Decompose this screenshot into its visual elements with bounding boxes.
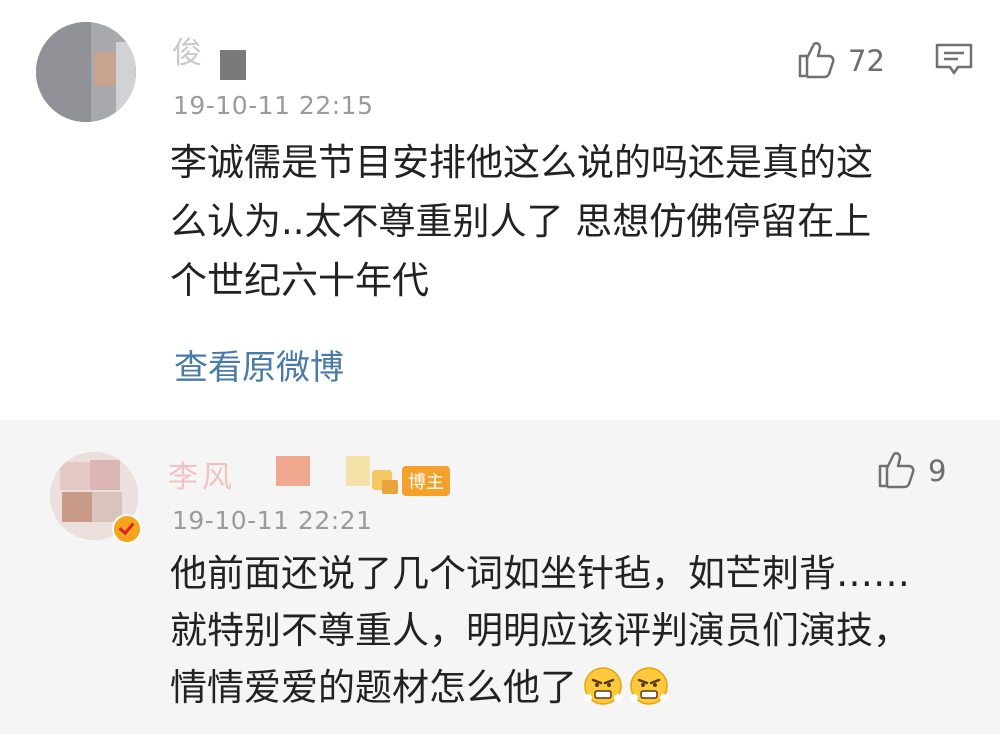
angry-face-emoji <box>629 665 669 705</box>
username-mosaic <box>220 50 246 80</box>
comment-text: 李诚儒是节目安排他这么说的吗还是真的这 么认为..太不尊重别人了 思想仿佛停留在… <box>170 141 873 302</box>
blogger-badge: 博主 <box>402 466 450 496</box>
comment-text: 他前面还说了几个词如坐针毡，如芒刺背…… 就特别不尊重人，明明应该评判演员们演技… <box>170 545 970 716</box>
username-mosaic <box>346 456 370 486</box>
angry-face-emoji <box>583 665 623 705</box>
comment-1: 俊 19-10-11 22:15 72 李诚儒是节目安排他这么说的吗还是真的这 … <box>0 0 1000 420</box>
like-count: 72 <box>848 44 885 78</box>
view-original-link[interactable]: 查看原微博 <box>174 340 344 389</box>
username[interactable]: 俊 <box>172 28 206 72</box>
verified-badge-icon <box>112 514 142 544</box>
username[interactable]: 李风 <box>168 452 236 496</box>
thumbs-up-icon <box>796 38 838 84</box>
like-count: 9 <box>928 454 947 488</box>
thumbs-up-icon <box>876 448 918 494</box>
avatar[interactable] <box>36 22 136 122</box>
timestamp: 19-10-11 22:21 <box>172 506 373 535</box>
vip-level-icon <box>370 464 400 498</box>
username-mosaic <box>276 456 310 486</box>
like-button[interactable]: 9 <box>876 448 946 494</box>
comment-text-content: 他前面还说了几个词如坐针毡，如芒刺背…… 就特别不尊重人，明明应该评判演员们演技… <box>170 552 910 709</box>
comment-bubble-icon[interactable] <box>934 42 974 82</box>
timestamp: 19-10-11 22:15 <box>173 91 374 120</box>
like-button[interactable]: 72 <box>796 38 885 84</box>
